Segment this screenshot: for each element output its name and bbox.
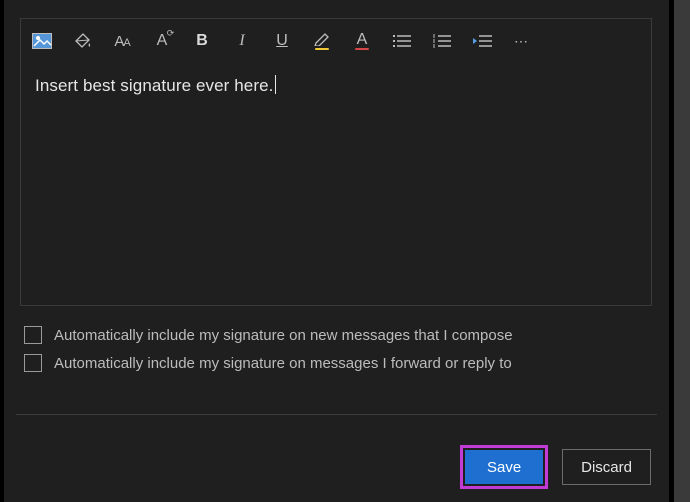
font-size-reset-button[interactable]: A⟳	[151, 30, 173, 52]
checkbox-reply-forward[interactable]	[24, 354, 42, 372]
signature-text: Insert best signature ever here.	[35, 76, 274, 95]
bulleted-list-icon[interactable]	[391, 30, 413, 52]
italic-button[interactable]: I	[231, 30, 253, 52]
font-color-bar	[355, 48, 369, 50]
discard-button[interactable]: Discard	[562, 449, 651, 485]
scrollbar[interactable]	[674, 0, 690, 502]
signature-settings-panel: AA A⟳ B I U	[4, 0, 669, 502]
save-button[interactable]: Save	[465, 450, 543, 484]
font-size-button[interactable]: AA	[111, 30, 133, 52]
save-button-highlight: Save	[460, 445, 548, 489]
font-color-button[interactable]: A	[351, 30, 373, 52]
label-reply-forward: Automatically include my signature on me…	[54, 355, 512, 372]
highlight-color-bar	[315, 48, 329, 50]
text-caret	[275, 75, 276, 94]
signature-text-area[interactable]: Insert best signature ever here.	[21, 59, 651, 112]
highlight-button[interactable]	[311, 30, 333, 52]
more-options-icon[interactable]: ⋯	[511, 30, 533, 52]
footer-divider	[16, 414, 657, 415]
signature-editor[interactable]: AA A⟳ B I U	[20, 18, 652, 306]
option-new-messages[interactable]: Automatically include my signature on ne…	[24, 326, 513, 344]
bold-button[interactable]: B	[191, 30, 213, 52]
decrease-indent-icon[interactable]	[471, 30, 493, 52]
signature-options: Automatically include my signature on ne…	[24, 326, 513, 372]
checkbox-new-messages[interactable]	[24, 326, 42, 344]
footer-buttons: Save Discard	[4, 432, 669, 502]
editor-toolbar: AA A⟳ B I U	[21, 19, 651, 59]
numbered-list-icon[interactable]	[431, 30, 453, 52]
paint-bucket-icon[interactable]	[71, 30, 93, 52]
option-reply-forward[interactable]: Automatically include my signature on me…	[24, 354, 513, 372]
insert-image-icon[interactable]	[31, 30, 53, 52]
label-new-messages: Automatically include my signature on ne…	[54, 327, 513, 344]
underline-button[interactable]: U	[271, 30, 293, 52]
